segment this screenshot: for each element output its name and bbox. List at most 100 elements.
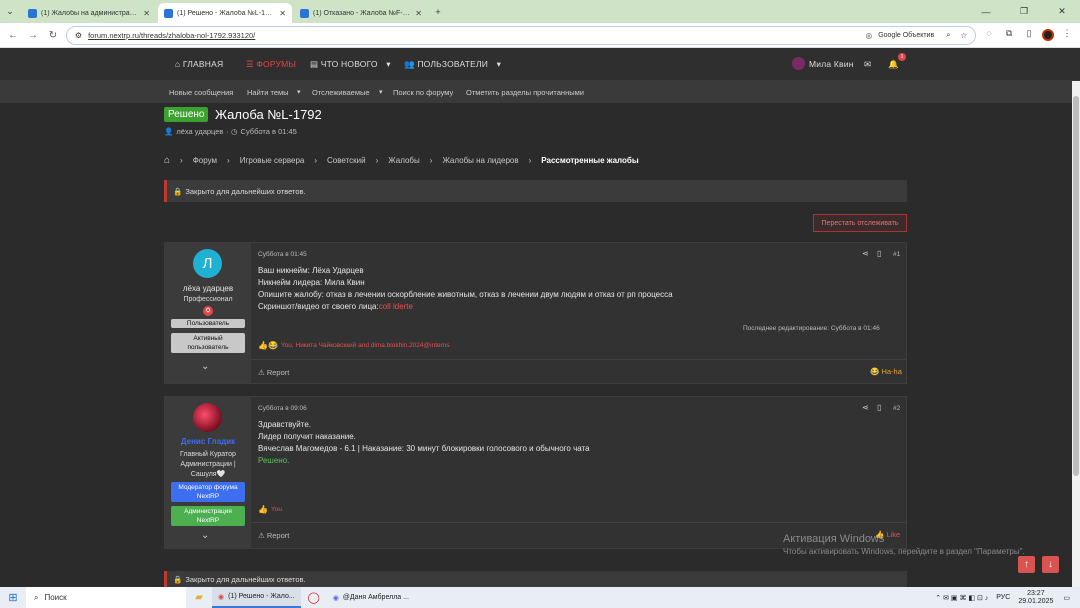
- bookmark-icon[interactable]: ▯: [877, 249, 881, 258]
- breadcrumb-leader-complaints[interactable]: Жалобы на лидеров: [442, 156, 518, 165]
- report-link[interactable]: ⚠ Report: [258, 531, 289, 540]
- browser-tab[interactable]: (1) Отказано - Жалоба №F-189 ✕: [294, 3, 428, 23]
- browser-tab-bar: ⌄ (1) Жалобы на администрацию ✕ (1) Решен…: [0, 0, 1080, 23]
- url-field[interactable]: ⚙ forum.nextrp.ru/threads/zhaloba-nol-17…: [65, 25, 977, 45]
- back-arrow-icon[interactable]: ←: [6, 30, 20, 41]
- file-explorer-icon[interactable]: ▰: [186, 592, 212, 603]
- bookmark-star-icon[interactable]: ☆: [960, 31, 967, 40]
- alerts-bell-icon[interactable]: 🔔: [888, 59, 899, 70]
- thread-date[interactable]: Суббота в 01:45: [241, 127, 297, 136]
- taskbar-app-label: (1) Решено - Жало...: [228, 593, 295, 600]
- taskbar-app-chrome[interactable]: ◉ (1) Решено - Жало...: [212, 587, 301, 608]
- reactions-list[interactable]: You: [271, 506, 282, 513]
- subnav-mark-read[interactable]: Отметить разделы прочитанными: [466, 88, 584, 97]
- close-tab-icon[interactable]: ✕: [143, 9, 150, 18]
- reload-icon[interactable]: ↻: [46, 30, 60, 41]
- post-username[interactable]: лёха ударцев: [165, 284, 251, 293]
- thread-author[interactable]: лёха ударцев: [176, 127, 223, 136]
- user-badge-admin: Администрация NextRP: [171, 506, 245, 526]
- expand-chevron-icon[interactable]: ⌄: [201, 361, 209, 372]
- google-lens-label[interactable]: Google Объектив: [878, 32, 934, 39]
- unwatch-button[interactable]: Перестать отслеживать: [813, 214, 907, 232]
- share-icon[interactable]: ⋖: [862, 403, 869, 412]
- zoom-icon[interactable]: ⌕: [946, 30, 950, 40]
- post-number[interactable]: #1: [893, 251, 900, 258]
- chevron-down-icon[interactable]: ▾: [297, 88, 301, 96]
- evidence-link[interactable]: coll lderte: [379, 302, 413, 311]
- subnav-watched[interactable]: Отслеживаемые: [312, 88, 370, 97]
- notifications-icon[interactable]: ▭: [1063, 594, 1070, 602]
- nav-forums[interactable]: ☰ ФОРУМЫ: [246, 59, 296, 70]
- subnav-new-posts[interactable]: Новые сообщения: [169, 88, 233, 97]
- share-icon[interactable]: ⋖: [862, 249, 869, 258]
- reactions-bar[interactable]: 👍 You: [258, 505, 282, 514]
- language-indicator[interactable]: РУС: [996, 594, 1010, 601]
- subnav-search-forums[interactable]: Поиск по форуму: [393, 88, 453, 97]
- breadcrumb-forum[interactable]: Форум: [193, 156, 217, 165]
- reaction-button[interactable]: 😂 Ha-ha: [870, 367, 902, 376]
- close-tab-icon[interactable]: ✕: [415, 9, 422, 18]
- nav-members[interactable]: 👥 ПОЛЬЗОВАТЕЛИ ▾: [404, 59, 501, 70]
- clock[interactable]: 23:27 29.01.2025: [1018, 590, 1053, 606]
- breadcrumb-current[interactable]: Рассмотренные жалобы: [541, 156, 638, 165]
- avatar[interactable]: [193, 403, 222, 432]
- post-username[interactable]: Денис Гладик: [165, 437, 251, 446]
- subnav-find-threads[interactable]: Найти темы: [247, 88, 289, 97]
- tab-list-chevron-icon[interactable]: ⌄: [0, 6, 20, 17]
- post-line: Здравствуйте.: [258, 420, 312, 429]
- nav-whats-new[interactable]: ▤ ЧТО НОВОГО ▾: [310, 59, 391, 70]
- extensions-puzzle-icon[interactable]: ⧉: [1002, 28, 1016, 42]
- nav-user-name[interactable]: Мила Квин: [809, 59, 854, 69]
- taskbar-search[interactable]: ⌕ Поиск: [26, 587, 186, 608]
- bookmark-icon[interactable]: ▯: [877, 403, 881, 412]
- solved-prefix-badge[interactable]: Решено: [164, 107, 209, 122]
- user-title: Главный Куратор Администрации | Сашуля🤍: [180, 451, 236, 478]
- google-lens-icon[interactable]: ◎: [866, 31, 873, 40]
- side-panel-icon[interactable]: ▯: [1022, 28, 1036, 42]
- taskbar-app-discord[interactable]: ◉ @Даня Амбрелла ...: [327, 587, 415, 608]
- nav-home[interactable]: ⌂ ГЛАВНАЯ: [175, 59, 223, 69]
- user-avatar[interactable]: [792, 57, 805, 70]
- url-text: forum.nextrp.ru/threads/zhaloba-nol-1792…: [88, 30, 256, 40]
- chevron-down-icon[interactable]: ▾: [379, 88, 383, 96]
- minimize-window-icon[interactable]: —: [976, 7, 996, 17]
- report-icon: ⚠: [258, 531, 265, 540]
- clock-time: 23:27: [1027, 589, 1045, 597]
- messages-envelope-icon[interactable]: ✉: [864, 59, 871, 70]
- browser-tab-active[interactable]: (1) Решено - Жалоба №L-1792 ✕: [158, 3, 292, 23]
- expand-chevron-icon[interactable]: ⌄: [201, 530, 209, 541]
- opera-icon[interactable]: ◯: [301, 591, 327, 604]
- tray-icons[interactable]: ⌃ ✉ ▣ ⌘ ◧ ⊡ ♪: [935, 594, 988, 602]
- members-icon: 👥: [404, 59, 415, 69]
- breadcrumb-servers[interactable]: Игровые сервера: [240, 156, 305, 165]
- post-number[interactable]: #2: [893, 405, 900, 412]
- close-window-icon[interactable]: ✕: [1052, 6, 1072, 17]
- restore-window-icon[interactable]: ❐: [1014, 6, 1034, 17]
- browser-tab[interactable]: (1) Жалобы на администрацию ✕: [22, 3, 156, 23]
- like-reaction-icon: 👍😂: [258, 341, 278, 350]
- scroll-top-button[interactable]: ↑: [1018, 556, 1035, 573]
- forward-arrow-icon[interactable]: →: [26, 30, 40, 41]
- post-date[interactable]: Суббота в 01:45: [258, 251, 307, 258]
- extension-shield-icon[interactable]: ◌: [982, 28, 996, 42]
- report-link[interactable]: ⚠ Report: [258, 368, 289, 377]
- chevron-down-icon: ▾: [496, 59, 502, 69]
- post-date[interactable]: Суббота в 09:06: [258, 405, 307, 412]
- breadcrumb-server[interactable]: Советский: [327, 156, 366, 165]
- breadcrumb-complaints[interactable]: Жалобы: [388, 156, 419, 165]
- browser-address-bar: ← → ↻ ⚙ forum.nextrp.ru/threads/zhaloba-…: [0, 23, 1080, 48]
- report-label: Report: [266, 531, 290, 540]
- windows-start-icon[interactable]: ⊞: [0, 591, 26, 604]
- breadcrumb-home-icon[interactable]: ⌂: [164, 155, 170, 166]
- profile-avatar-icon[interactable]: [1042, 29, 1055, 41]
- browser-menu-icon[interactable]: ⋮: [1060, 28, 1074, 42]
- new-tab-plus-icon[interactable]: +: [428, 7, 448, 17]
- scroll-bottom-button[interactable]: ↓: [1042, 556, 1059, 573]
- avatar[interactable]: Л: [193, 249, 222, 278]
- reactions-list[interactable]: You, Никита Чайковсккий and dima.blokhin…: [281, 342, 450, 349]
- taskbar-app-label: @Даня Амбрелла ...: [342, 594, 409, 601]
- site-info-icon[interactable]: ⚙: [75, 31, 82, 40]
- close-tab-icon[interactable]: ✕: [279, 9, 286, 18]
- page-scrollbar-thumb[interactable]: [1073, 96, 1079, 476]
- reactions-bar[interactable]: 👍😂 You, Никита Чайковсккий and dima.blok…: [258, 341, 450, 350]
